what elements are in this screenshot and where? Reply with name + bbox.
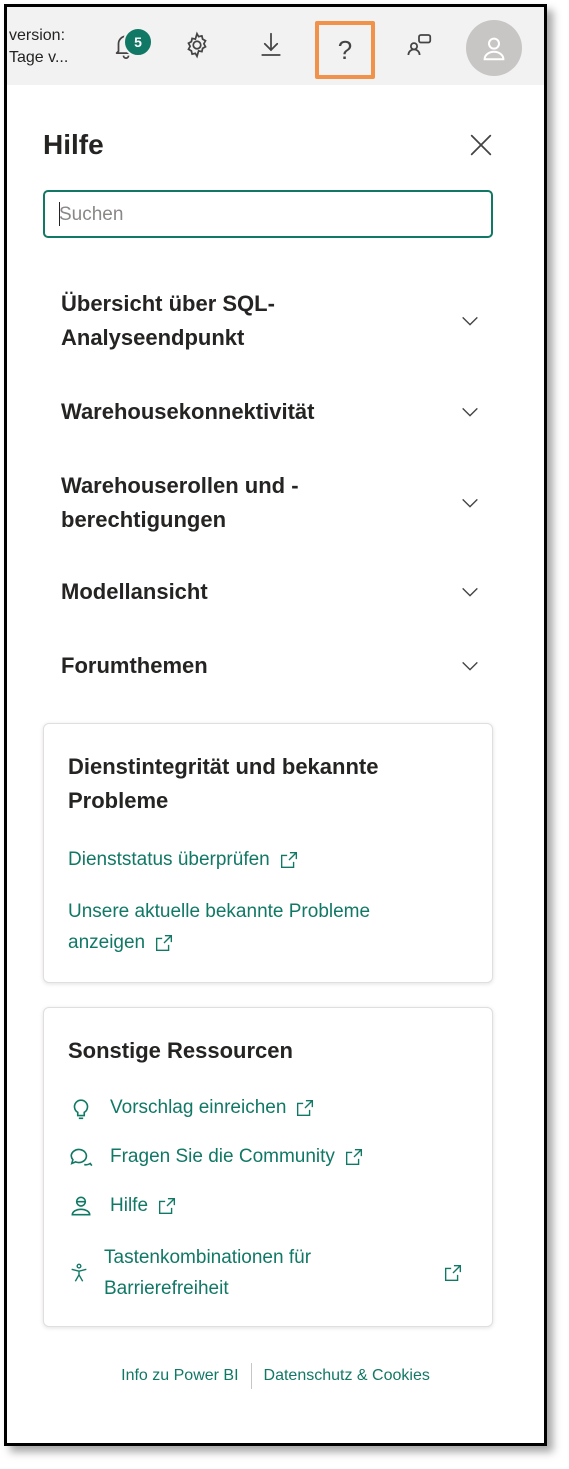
external-link-icon <box>444 1264 462 1282</box>
version-line-1: version: <box>9 27 66 44</box>
notification-count-badge: 5 <box>123 27 153 57</box>
submit-idea-link[interactable]: Vorschlag einreichen <box>68 1092 316 1123</box>
section-sql-endpoint[interactable]: Übersicht über SQL- Analyseendpunkt <box>61 281 481 361</box>
section-label-line: Warehouserollen und - <box>61 473 299 498</box>
external-link-icon <box>158 1197 176 1214</box>
card-title-line: Dienstintegrität und bekannte <box>68 754 379 779</box>
version-line-2: Tage v... <box>9 49 69 66</box>
person-icon <box>483 37 505 61</box>
top-toolbar: version: Tage v... 5 ? <box>7 7 544 85</box>
section-label-line: Analyseendpunkt <box>61 325 245 350</box>
accessibility-icon <box>71 1263 87 1282</box>
version-info[interactable]: version: Tage v... <box>9 25 68 69</box>
panel-title: Hilfe <box>43 129 104 160</box>
section-label-line: Übersicht über SQL- <box>61 291 275 316</box>
search-box <box>43 190 493 238</box>
help-button-highlight <box>315 21 375 79</box>
link-label: Dienststatus überprüfen <box>68 849 270 870</box>
link-label-line: Barrierefreiheit <box>104 1278 229 1299</box>
section-warehouse-roles[interactable]: Warehouserollen und - berechtigungen <box>61 463 481 543</box>
close-button[interactable] <box>467 131 495 159</box>
chevron-down-icon <box>462 661 478 671</box>
feedback-button[interactable] <box>399 25 439 65</box>
link-label: Fragen Sie die Community <box>110 1146 335 1167</box>
card-title-line: Probleme <box>68 788 169 813</box>
section-forum-topics[interactable]: Forumthemen <box>61 646 481 686</box>
lightbulb-icon <box>73 1098 89 1119</box>
ask-community-link[interactable]: Fragen Sie die Community <box>68 1141 365 1172</box>
close-icon <box>470 134 492 156</box>
accessibility-shortcuts-link[interactable]: Tastenkombinationen für Barrierefreiheit <box>68 1242 472 1304</box>
footer-divider <box>250 1363 252 1389</box>
section-label: Warehouserollen und - berechtigungen <box>61 469 391 537</box>
gear-icon <box>187 31 207 59</box>
about-power-bi-link[interactable]: Info zu Power BI <box>121 1367 238 1385</box>
settings-button[interactable] <box>177 25 217 65</box>
section-label: Übersicht über SQL- Analyseendpunkt <box>61 287 391 355</box>
known-issues-link[interactable]: Unsere aktuelle bekannte Probleme anzeig… <box>68 896 370 958</box>
external-link-icon <box>297 1099 314 1116</box>
link-label: anzeigen <box>68 932 146 953</box>
card-title: Sonstige Ressourcen <box>68 1038 293 1063</box>
help-window: version: Tage v... 5 ? Hilfe Suchen Über… <box>4 4 547 1446</box>
link-label: Unsere aktuelle bekannte Probleme <box>68 901 371 922</box>
service-health-card: Dienstintegrität und bekannte Probleme D… <box>43 723 493 983</box>
link-label: Hilfe <box>110 1195 149 1216</box>
support-icon <box>71 1196 91 1215</box>
section-label: Modellansicht <box>61 579 208 604</box>
link-label-line: Tastenkombinationen für <box>104 1247 312 1268</box>
chevron-down-icon <box>462 587 478 597</box>
section-label-line: berechtigungen <box>61 507 227 532</box>
section-warehouse-connectivity[interactable]: Warehousekonnektivität <box>61 392 481 432</box>
section-model-view[interactable]: Modellansicht <box>61 572 481 612</box>
section-label: Forumthemen <box>61 653 208 678</box>
footer: Info zu Power BI Datenschutz & Cookies <box>7 1363 544 1389</box>
help-support-link[interactable]: Hilfe <box>68 1190 178 1221</box>
chevron-down-icon <box>462 407 478 417</box>
search-input[interactable] <box>57 192 481 238</box>
external-link-icon <box>280 851 297 869</box>
service-status-link[interactable]: Dienststatus überprüfen <box>68 844 300 875</box>
download-button[interactable] <box>251 25 291 65</box>
section-label: Warehousekonnektivität <box>61 399 315 424</box>
download-icon <box>261 32 281 56</box>
chevron-down-icon <box>462 498 478 508</box>
link-label: Vorschlag einreichen <box>110 1097 287 1118</box>
user-avatar[interactable] <box>466 20 522 76</box>
chat-icon <box>70 1148 93 1166</box>
external-link-icon <box>156 934 173 952</box>
other-resources-card: Sonstige Ressourcen Vorschlag einreichen… <box>43 1007 493 1327</box>
external-link-icon <box>345 1148 362 1165</box>
privacy-cookies-link[interactable]: Datenschutz & Cookies <box>264 1367 430 1385</box>
link-label: Tastenkombinationen für Barrierefreiheit <box>104 1242 434 1304</box>
text-cursor <box>59 202 60 226</box>
card-title: Dienstintegrität und bekannte Probleme <box>68 750 448 818</box>
chevron-down-icon <box>462 316 478 326</box>
people-chat-icon <box>407 34 432 56</box>
